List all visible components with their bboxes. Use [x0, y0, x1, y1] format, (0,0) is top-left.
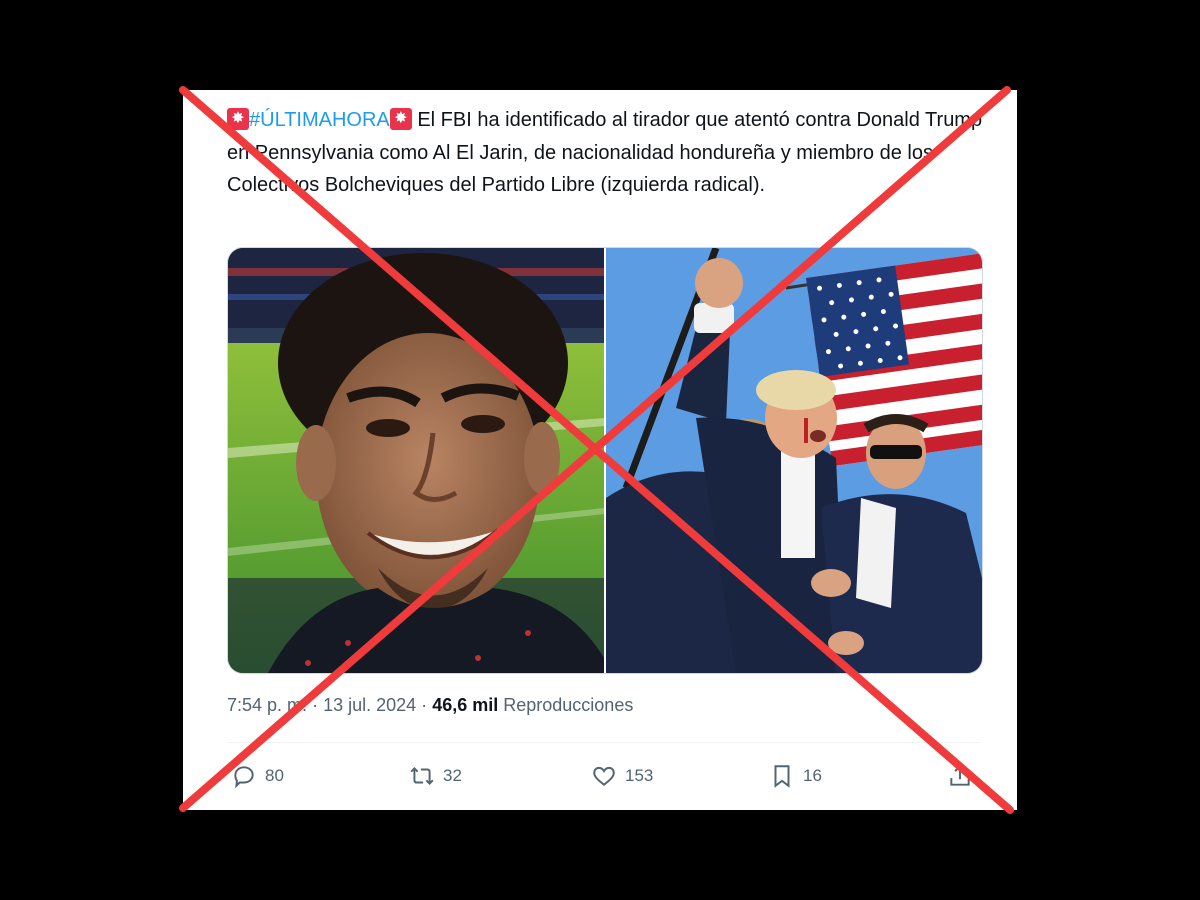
crossed-out-x-overlay [179, 86, 1014, 814]
